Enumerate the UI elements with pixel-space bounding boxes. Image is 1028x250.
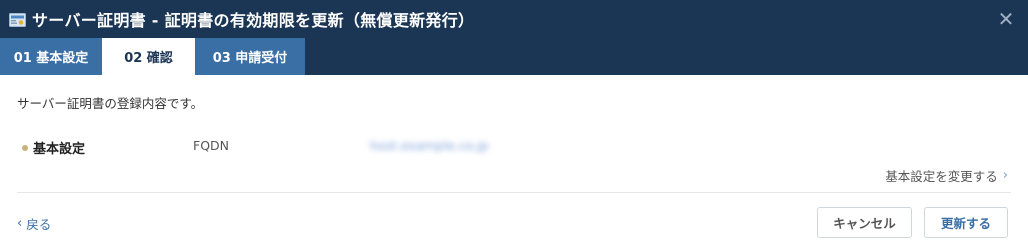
tab-application-received[interactable]: 03 申請受付 [195,38,305,75]
field-value-fqdn: host.example.co.jp [370,138,489,153]
update-button[interactable]: 更新する [924,207,1008,238]
title-bar: サーバー証明書 - 証明書の有効期限を更新（無償更新発行） ✕ [0,0,1028,38]
step-tabs: 01 基本設定 02 確認 03 申請受付 [0,38,1028,75]
intro-text: サーバー証明書の登録内容です。 [17,96,204,111]
back-link[interactable]: ‹ 戻る [17,214,51,233]
section-label: 基本設定 [33,142,86,157]
window-title: サーバー証明書 - 証明書の有効期限を更新（無償更新発行） [32,11,475,30]
change-link-label: 基本設定を変更する [885,169,998,184]
field-key-fqdn: FQDN [193,138,230,153]
close-button[interactable]: ✕ [984,0,1028,38]
chevron-right-icon: › [1002,168,1008,183]
divider [17,192,1011,193]
cancel-button[interactable]: キャンセル [817,207,912,238]
tab-confirm[interactable]: 02 確認 [102,38,195,75]
change-basic-settings-link[interactable]: 基本設定を変更する › [885,166,1008,185]
tab-basic-settings[interactable]: 01 基本設定 [0,38,102,75]
chevron-left-icon: ‹ [17,216,23,231]
bullet-icon [22,145,28,151]
back-label: 戻る [26,217,52,232]
close-icon: ✕ [997,7,1015,31]
certificate-icon [9,12,26,27]
